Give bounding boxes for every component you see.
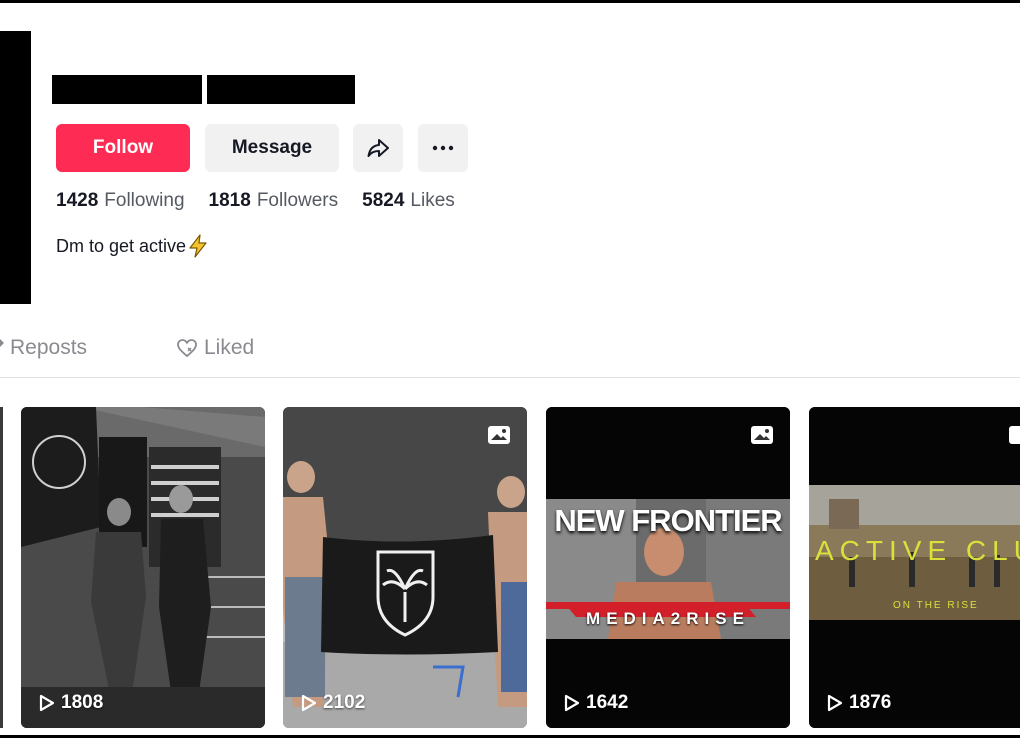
share-arrow-icon [367,139,389,157]
more-options-button[interactable] [418,124,468,172]
play-icon [564,694,580,712]
play-icon [39,694,55,712]
video-card-partial[interactable] [0,407,3,728]
view-count-value: 1642 [586,692,629,713]
nickname-redacted [207,75,355,104]
video-card[interactable]: 2102 [283,407,527,728]
stat-likes: 5824 Likes [362,190,455,212]
view-count: 1876 [827,692,891,714]
thumbnail-title-overlay: NEW FRONTIER [554,503,782,538]
stat-following[interactable]: 1428 Following [56,190,185,212]
share-button[interactable] [353,124,403,172]
profile-stats: 1428 Following 1818 Followers 5824 Likes [56,190,455,212]
following-count: 1428 [56,190,99,211]
video-thumbnail [809,407,1020,728]
heart-icon [177,339,197,358]
tab-reposts-label: Reposts [10,336,88,359]
video-card[interactable]: NEW FRONTIER MEDIA2RISE 1642 [546,407,790,728]
video-card[interactable]: 1808 [21,407,265,728]
bio-text: Dm to get active [56,235,187,256]
frame-border-top [0,0,1020,3]
video-thumbnail [21,407,265,728]
view-count: 1808 [39,692,103,714]
lightning-bolt-icon [189,234,207,258]
thumbnail-title-overlay: ACTIVE CLU [815,535,1020,566]
tab-liked-label: Liked [204,336,255,359]
followers-count: 1818 [208,190,251,211]
likes-count: 5824 [362,190,405,211]
thumbnail-subtitle-overlay: ON THE RISE [893,600,979,611]
follow-button[interactable]: Follow [56,124,190,172]
followers-label: Followers [256,190,339,211]
repost-icon-partial [0,336,6,360]
profile-bio: Dm to get active [56,234,209,258]
play-icon [827,694,843,712]
tab-reposts[interactable]: Reposts [0,336,87,360]
video-thumbnail [546,407,790,728]
photo-mode-icon [751,426,773,444]
video-thumbnail [283,407,527,728]
photo-mode-icon [1009,426,1020,444]
likes-label: Likes [410,190,455,211]
photo-mode-icon [488,426,510,444]
thumbnail-subtitle-overlay: MEDIA2RISE [586,609,750,628]
message-button[interactable]: Message [205,124,339,172]
stat-followers[interactable]: 1818 Followers [209,190,339,212]
play-icon [301,694,317,712]
following-label: Following [104,190,185,211]
view-count: 2102 [301,692,365,714]
view-count-value: 1808 [61,692,104,713]
ellipsis-icon [432,145,454,151]
view-count-value: 1876 [849,692,892,713]
video-card[interactable]: ACTIVE CLU ON THE RISE 1876 [809,407,1020,728]
tabs-divider [0,377,1020,378]
view-count-value: 2102 [323,692,366,713]
view-count: 1642 [564,692,628,714]
avatar-redacted [0,31,31,304]
username-redacted [52,75,202,104]
tab-liked[interactable]: Liked [176,336,254,360]
